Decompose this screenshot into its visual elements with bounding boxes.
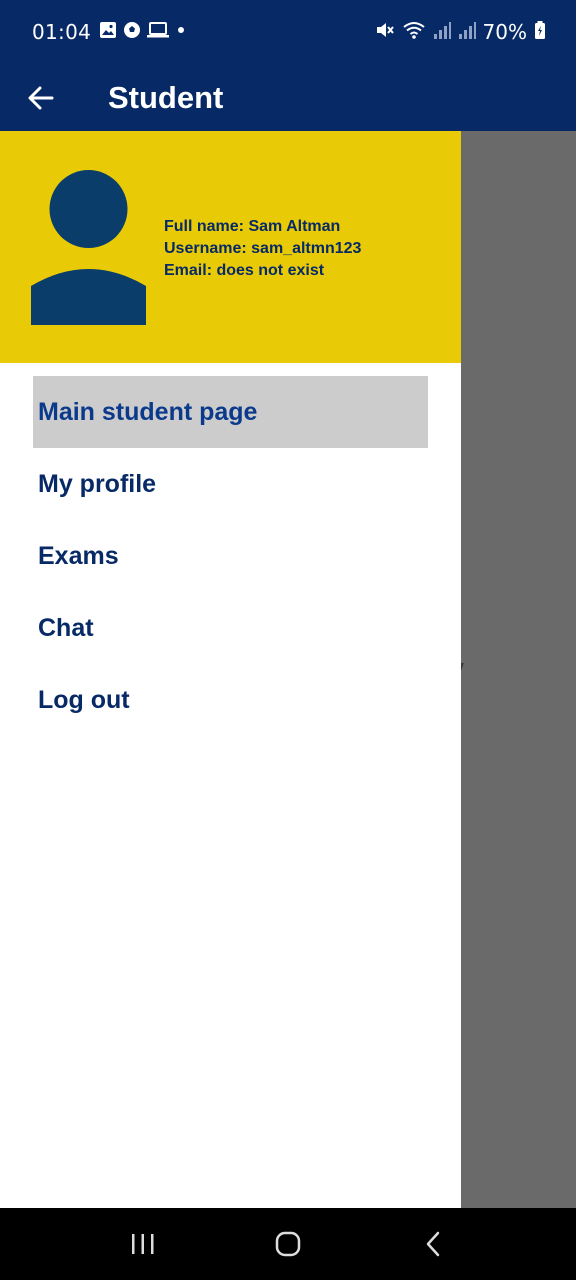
arrow-left-icon: [28, 86, 54, 109]
menu-item-log-out[interactable]: Log out: [0, 664, 461, 736]
recent-apps-button[interactable]: [113, 1214, 173, 1274]
recent-apps-icon: [131, 1234, 154, 1254]
status-left: 01:04: [32, 20, 187, 44]
soccer-ball-icon: [123, 21, 141, 44]
system-navigation-bar: [0, 1208, 576, 1280]
status-notification-icons: [99, 21, 187, 44]
avatar-icon: [31, 170, 146, 325]
battery-percent: 70%: [482, 20, 527, 44]
home-button[interactable]: [258, 1214, 318, 1274]
page-title: Student: [108, 79, 224, 115]
user-info: Full name: Sam Altman Username: sam_altm…: [164, 216, 361, 282]
drawer-menu: Main student page My profile Exams Chat …: [0, 363, 461, 736]
signal-icon: [458, 20, 476, 45]
user-full-name: Full name: Sam Altman: [164, 218, 341, 235]
back-button[interactable]: [0, 64, 82, 131]
chevron-left-icon: [427, 1231, 440, 1257]
app-bar: Student: [0, 64, 576, 131]
navigation-drawer: Full name: Sam Altman Username: sam_altm…: [0, 131, 461, 1208]
menu-item-main-student-page[interactable]: Main student page: [33, 376, 428, 448]
signal-icon: [433, 20, 451, 45]
menu-item-my-profile[interactable]: My profile: [0, 448, 461, 520]
status-bar: 01:04 70%: [0, 0, 576, 64]
wifi-icon: [402, 20, 426, 45]
user-username: Username: sam_altmn123: [164, 240, 362, 257]
menu-item-chat[interactable]: Chat: [0, 592, 461, 664]
back-nav-button[interactable]: [403, 1214, 463, 1274]
status-time: 01:04: [32, 20, 92, 44]
status-right: 70%: [375, 20, 546, 45]
user-email: Email: does not exist: [164, 262, 325, 279]
laptop-icon: [147, 21, 170, 44]
drawer-header: Full name: Sam Altman Username: sam_altm…: [0, 131, 461, 363]
battery-icon: [534, 20, 546, 45]
mute-icon: [375, 20, 395, 45]
menu-item-exams[interactable]: Exams: [0, 520, 461, 592]
dot-icon: [175, 21, 187, 44]
image-icon: [99, 21, 117, 44]
home-icon: [275, 1231, 301, 1257]
